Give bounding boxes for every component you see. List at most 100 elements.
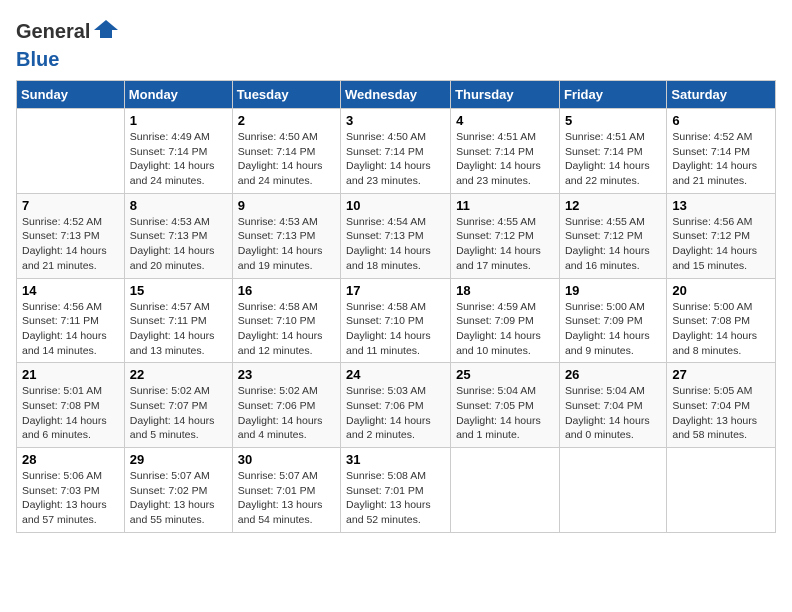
day-number: 29 [130,452,227,467]
col-header-saturday: Saturday [667,81,776,109]
day-info: Sunrise: 4:51 AM Sunset: 7:14 PM Dayligh… [565,130,661,189]
calendar-cell: 11 Sunrise: 4:55 AM Sunset: 7:12 PM Dayli… [451,193,560,278]
day-number: 1 [130,113,227,128]
calendar-cell: 28Sunrise: 5:06 AM Sunset: 7:03 PM Dayli… [17,448,125,533]
day-number: 18 [456,283,554,298]
calendar-cell: 20 Sunrise: 5:00 AM Sunset: 7:08 PM Dayli… [667,278,776,363]
day-number: 17 [346,283,445,298]
day-info: Sunrise: 4:59 AM Sunset: 7:09 PM Dayligh… [456,300,554,359]
calendar-cell: 27 Sunrise: 5:05 AM Sunset: 7:04 PM Dayli… [667,363,776,448]
calendar-cell: 1 Sunrise: 4:49 AM Sunset: 7:14 PM Daylig… [124,109,232,194]
day-number: 2 [238,113,335,128]
calendar-cell: 29 Sunrise: 5:07 AM Sunset: 7:02 PM Dayli… [124,448,232,533]
col-header-sunday: Sunday [17,81,125,109]
day-number: 23 [238,367,335,382]
calendar-table: SundayMondayTuesdayWednesdayThursdayFrid… [16,80,776,533]
calendar-cell: 2 Sunrise: 4:50 AM Sunset: 7:14 PM Daylig… [232,109,340,194]
day-number: 9 [238,198,335,213]
day-info: Sunrise: 5:02 AM Sunset: 7:07 PM Dayligh… [130,384,227,443]
day-info: Sunrise: 5:03 AM Sunset: 7:06 PM Dayligh… [346,384,445,443]
calendar-cell: 13Sunrise: 4:56 AM Sunset: 7:12 PM Dayli… [667,193,776,278]
day-number: 7 [22,198,119,213]
calendar-cell: 3 Sunrise: 4:50 AM Sunset: 7:14 PM Daylig… [341,109,451,194]
day-number: 22 [130,367,227,382]
day-number: 4 [456,113,554,128]
calendar-cell [559,448,666,533]
day-info: Sunrise: 4:53 AM Sunset: 7:13 PM Dayligh… [130,215,227,274]
col-header-tuesday: Tuesday [232,81,340,109]
day-number: 21 [22,367,119,382]
day-number: 16 [238,283,335,298]
day-number: 27 [672,367,770,382]
day-info: Sunrise: 4:55 AM Sunset: 7:12 PM Dayligh… [456,215,554,274]
day-number: 3 [346,113,445,128]
calendar-cell: 31 Sunrise: 5:08 AM Sunset: 7:01 PM Dayli… [341,448,451,533]
day-info: Sunrise: 5:00 AM Sunset: 7:09 PM Dayligh… [565,300,661,359]
logo-general: General [16,21,90,44]
col-header-monday: Monday [124,81,232,109]
day-number: 13 [672,198,770,213]
day-info: Sunrise: 4:53 AM Sunset: 7:13 PM Dayligh… [238,215,335,274]
day-info: Sunrise: 5:00 AM Sunset: 7:08 PM Dayligh… [672,300,770,359]
day-number: 8 [130,198,227,213]
calendar-cell: 18 Sunrise: 4:59 AM Sunset: 7:09 PM Dayli… [451,278,560,363]
day-info: Sunrise: 5:04 AM Sunset: 7:05 PM Dayligh… [456,384,554,443]
day-number: 11 [456,198,554,213]
calendar-cell: 25 Sunrise: 5:04 AM Sunset: 7:05 PM Dayli… [451,363,560,448]
calendar-cell: 26 Sunrise: 5:04 AM Sunset: 7:04 PM Dayli… [559,363,666,448]
day-info: Sunrise: 4:50 AM Sunset: 7:14 PM Dayligh… [238,130,335,189]
day-info: Sunrise: 5:07 AM Sunset: 7:01 PM Dayligh… [238,469,335,528]
calendar-cell: 9 Sunrise: 4:53 AM Sunset: 7:13 PM Daylig… [232,193,340,278]
col-header-friday: Friday [559,81,666,109]
day-number: 24 [346,367,445,382]
calendar-cell: 19 Sunrise: 5:00 AM Sunset: 7:09 PM Dayli… [559,278,666,363]
logo: General Blue [16,16,120,72]
calendar-cell: 14 Sunrise: 4:56 AM Sunset: 7:11 PM Dayli… [17,278,125,363]
day-info: Sunrise: 4:56 AM Sunset: 7:11 PM Dayligh… [22,300,119,359]
calendar-cell [451,448,560,533]
logo-blue: Blue [16,49,59,71]
day-number: 5 [565,113,661,128]
day-info: Sunrise: 5:05 AM Sunset: 7:04 PM Dayligh… [672,384,770,443]
day-info: Sunrise: 4:58 AM Sunset: 7:10 PM Dayligh… [346,300,445,359]
day-info: Sunrise: 4:58 AM Sunset: 7:10 PM Dayligh… [238,300,335,359]
day-info: Sunrise: 5:01 AM Sunset: 7:08 PM Dayligh… [22,384,119,443]
day-info: Sunrise: 4:52 AM Sunset: 7:13 PM Dayligh… [22,215,119,274]
calendar-cell: 17 Sunrise: 4:58 AM Sunset: 7:10 PM Dayli… [341,278,451,363]
day-number: 19 [565,283,661,298]
day-info: Sunrise: 5:08 AM Sunset: 7:01 PM Dayligh… [346,469,445,528]
day-info: Sunrise: 4:50 AM Sunset: 7:14 PM Dayligh… [346,130,445,189]
day-number: 6 [672,113,770,128]
calendar-cell: 12 Sunrise: 4:55 AM Sunset: 7:12 PM Dayli… [559,193,666,278]
day-info: Sunrise: 5:04 AM Sunset: 7:04 PM Dayligh… [565,384,661,443]
calendar-cell: 8 Sunrise: 4:53 AM Sunset: 7:13 PM Daylig… [124,193,232,278]
day-info: Sunrise: 5:02 AM Sunset: 7:06 PM Dayligh… [238,384,335,443]
col-header-thursday: Thursday [451,81,560,109]
day-info: Sunrise: 5:06 AM Sunset: 7:03 PM Dayligh… [22,469,119,528]
day-info: Sunrise: 4:55 AM Sunset: 7:12 PM Dayligh… [565,215,661,274]
day-number: 10 [346,198,445,213]
calendar-cell: 16 Sunrise: 4:58 AM Sunset: 7:10 PM Dayli… [232,278,340,363]
calendar-cell: 15 Sunrise: 4:57 AM Sunset: 7:11 PM Dayli… [124,278,232,363]
day-info: Sunrise: 4:52 AM Sunset: 7:14 PM Dayligh… [672,130,770,189]
day-number: 25 [456,367,554,382]
day-number: 20 [672,283,770,298]
calendar-cell: 10 Sunrise: 4:54 AM Sunset: 7:13 PM Dayli… [341,193,451,278]
calendar-cell: 21 Sunrise: 5:01 AM Sunset: 7:08 PM Dayli… [17,363,125,448]
calendar-cell: 5 Sunrise: 4:51 AM Sunset: 7:14 PM Daylig… [559,109,666,194]
day-number: 14 [22,283,119,298]
day-number: 31 [346,452,445,467]
calendar-cell [17,109,125,194]
day-info: Sunrise: 4:49 AM Sunset: 7:14 PM Dayligh… [130,130,227,189]
calendar-cell: 23 Sunrise: 5:02 AM Sunset: 7:06 PM Dayli… [232,363,340,448]
day-info: Sunrise: 4:54 AM Sunset: 7:13 PM Dayligh… [346,215,445,274]
day-number: 26 [565,367,661,382]
day-number: 12 [565,198,661,213]
day-number: 15 [130,283,227,298]
calendar-cell: 24 Sunrise: 5:03 AM Sunset: 7:06 PM Dayli… [341,363,451,448]
calendar-cell [667,448,776,533]
logo-bird-icon [92,16,120,49]
day-info: Sunrise: 4:57 AM Sunset: 7:11 PM Dayligh… [130,300,227,359]
day-info: Sunrise: 5:07 AM Sunset: 7:02 PM Dayligh… [130,469,227,528]
calendar-cell: 4Sunrise: 4:51 AM Sunset: 7:14 PM Daylig… [451,109,560,194]
